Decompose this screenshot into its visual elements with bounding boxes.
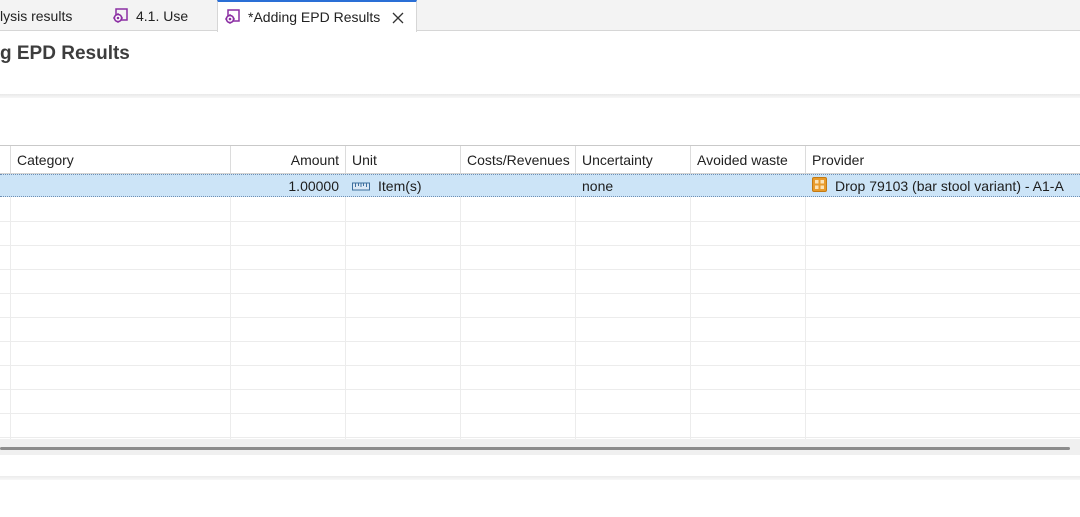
cell-amount[interactable]: 1.00000 xyxy=(231,174,345,197)
column-header-category[interactable]: Category xyxy=(11,146,231,173)
editor-tab-bar: lysis results 4.1. Use *Adding EPD Resul… xyxy=(0,0,1080,32)
grid-line xyxy=(0,245,1080,246)
grid-line xyxy=(230,174,231,439)
tab-analysis-results[interactable]: lysis results xyxy=(0,0,96,31)
cell-unit-label: Item(s) xyxy=(378,178,422,194)
column-header-provider[interactable]: Provider xyxy=(806,146,1080,173)
grid-line xyxy=(0,317,1080,318)
grid-line xyxy=(575,174,576,439)
exchanges-table: Category Amount Unit Costs/Revenues Unce… xyxy=(0,145,1080,439)
grid-line xyxy=(690,174,691,439)
column-header-avoided-waste[interactable]: Avoided waste xyxy=(691,146,806,173)
header-divider xyxy=(0,94,1080,98)
scrollbar-thumb[interactable] xyxy=(0,447,1070,450)
product-system-icon xyxy=(812,175,827,197)
grid-line xyxy=(0,437,1080,438)
section-divider xyxy=(0,476,1080,480)
column-header-unit[interactable]: Unit xyxy=(346,146,461,173)
tab-use[interactable]: 4.1. Use xyxy=(112,0,212,31)
cell-unit[interactable]: Item(s) xyxy=(346,174,461,197)
grid-line xyxy=(0,269,1080,270)
grid-line xyxy=(0,413,1080,414)
grid-line xyxy=(805,174,806,439)
cell-uncertainty[interactable]: none xyxy=(576,174,691,197)
grid-line xyxy=(0,221,1080,222)
grid-line xyxy=(460,174,461,439)
column-header-uncertainty[interactable]: Uncertainty xyxy=(576,146,691,173)
column-header-amount[interactable]: Amount xyxy=(231,146,346,173)
horizontal-scrollbar[interactable] xyxy=(0,439,1080,455)
page-title: g EPD Results xyxy=(0,43,130,64)
grid-line xyxy=(0,341,1080,342)
grid-line xyxy=(10,174,11,439)
table-header: Category Amount Unit Costs/Revenues Unce… xyxy=(0,146,1080,174)
column-header-row-marker xyxy=(0,146,11,173)
cell-avoided-waste[interactable] xyxy=(691,174,806,197)
cell-provider-label: Drop 79103 (bar stool variant) - A1-A xyxy=(835,178,1064,194)
tab-label: lysis results xyxy=(0,7,73,24)
close-icon[interactable] xyxy=(392,11,404,24)
cell-costs-revenues[interactable] xyxy=(461,174,576,197)
process-gear-icon xyxy=(224,9,240,25)
cell-category[interactable] xyxy=(11,174,231,197)
grid-line xyxy=(0,389,1080,390)
tab-label: *Adding EPD Results xyxy=(248,9,381,25)
grid-line xyxy=(0,293,1080,294)
tab-label: 4.1. Use xyxy=(136,7,189,24)
tab-adding-epd-results[interactable]: *Adding EPD Results xyxy=(217,0,417,32)
unit-ruler-icon xyxy=(352,175,370,197)
cell-provider[interactable]: Drop 79103 (bar stool variant) - A1-A xyxy=(806,174,1080,197)
grid-line xyxy=(345,174,346,439)
process-gear-icon xyxy=(112,7,128,24)
column-header-costs-revenues[interactable]: Costs/Revenues xyxy=(461,146,576,173)
grid-line xyxy=(0,365,1080,366)
